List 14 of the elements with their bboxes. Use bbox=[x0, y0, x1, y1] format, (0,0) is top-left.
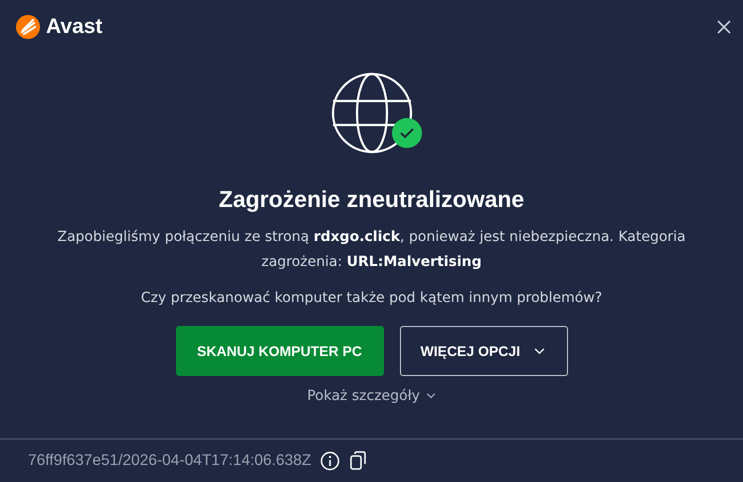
info-icon[interactable] bbox=[320, 451, 340, 471]
scan-button[interactable]: SKANUJ KOMPUTER PC bbox=[176, 326, 384, 376]
event-id: 76ff9f637e51/2026-04-04T17:14:06.638Z bbox=[28, 452, 312, 470]
show-details-link[interactable]: Pokaż szczegóły bbox=[307, 388, 436, 404]
close-icon[interactable] bbox=[717, 20, 731, 34]
more-options-button[interactable]: WIĘCEJ OPCJI bbox=[400, 326, 568, 376]
app-name: Avast bbox=[46, 14, 102, 38]
copy-icon[interactable] bbox=[349, 451, 368, 471]
chevron-down-icon bbox=[426, 393, 436, 399]
question-text: Czy przeskanować komputer także pod kątem innym problemów? bbox=[140, 290, 602, 306]
message-text: Zapobiegliśmy połączeniu ze stroną rdxgo.click, ponieważ jest niebezpieczna. Kategoria zagrożenia: URL:Malvertising bbox=[56, 228, 687, 272]
avast-logo-icon bbox=[16, 14, 40, 38]
dialog-title: Zagrożenie zneutralizowane bbox=[218, 186, 524, 213]
chevron-down-icon bbox=[534, 348, 546, 354]
